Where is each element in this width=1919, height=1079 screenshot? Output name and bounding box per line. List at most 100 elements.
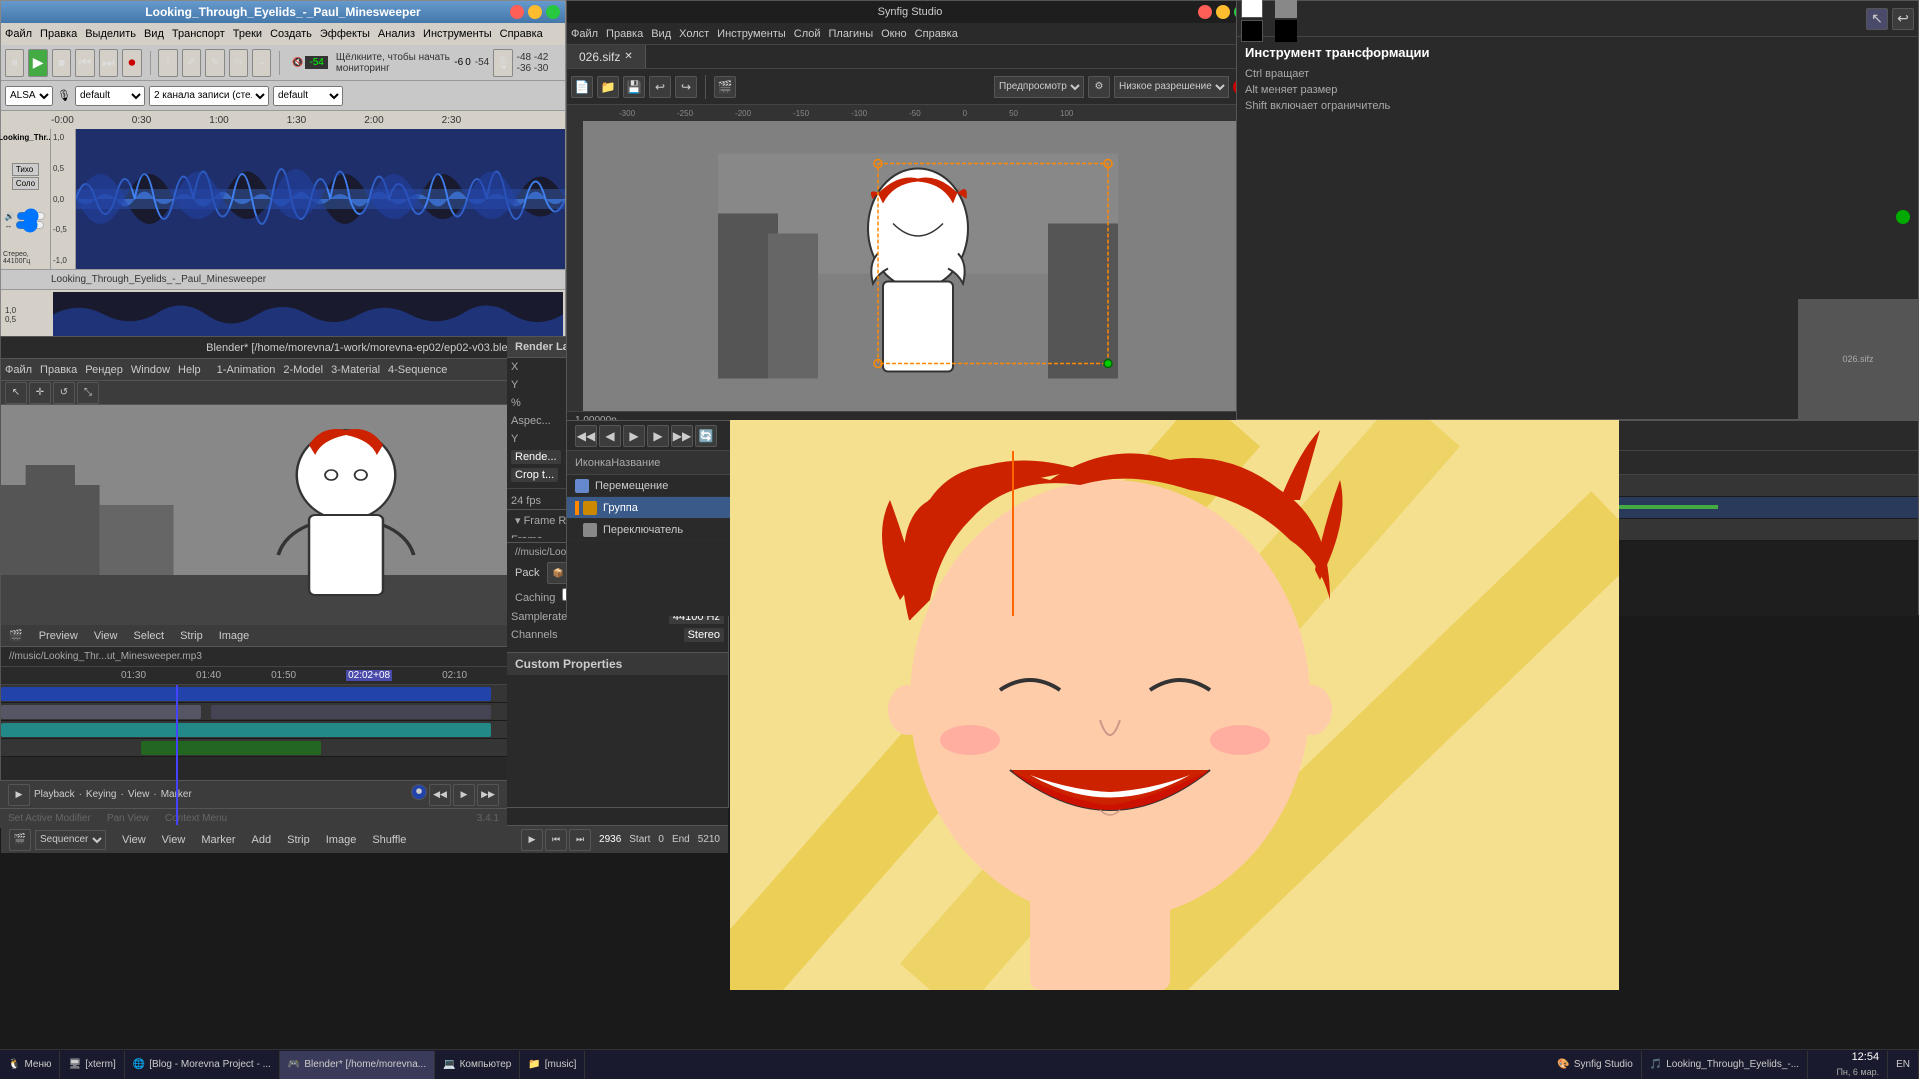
tl-step-fwd[interactable]: ▶ [647, 425, 669, 447]
playback-label[interactable]: Playback [34, 789, 75, 800]
time-shift-tool[interactable]: ↔ [252, 49, 271, 77]
bl-help[interactable]: Help [178, 364, 201, 376]
audio-clip[interactable] [1, 723, 491, 737]
footer-add[interactable]: Add [252, 834, 272, 846]
bl-sequence[interactable]: 4-Sequence [388, 364, 447, 376]
channels-select[interactable]: 2 канала записи (сте... [149, 86, 269, 106]
seq-strip[interactable]: Strip [180, 630, 203, 642]
scale-tool[interactable]: ⤡ [77, 382, 99, 404]
settings-btn[interactable]: ⚙ [1088, 76, 1110, 98]
custom-props-header[interactable]: Custom Properties [507, 652, 728, 675]
tl-play-fwd[interactable]: ▶ [623, 425, 645, 447]
menu-help[interactable]: Справка [500, 28, 543, 40]
playback-icon[interactable]: ▶ [8, 784, 30, 806]
playback-mode[interactable]: ⏺ [411, 784, 427, 800]
sf-canvas[interactable]: Холст [679, 28, 709, 40]
footer-marker[interactable]: Marker [201, 834, 235, 846]
play-btn[interactable]: ▶ [521, 829, 543, 851]
audacity-close[interactable] [510, 5, 524, 19]
pause-button[interactable]: ⏸ [5, 49, 24, 77]
sf-redo[interactable]: ↪ [675, 76, 697, 98]
menu-edit[interactable]: Правка [40, 28, 77, 40]
next-button[interactable]: ⏭ [99, 49, 118, 77]
sequencer-select[interactable]: Sequencer [35, 830, 106, 850]
layer-name-group[interactable]: Группа [603, 502, 638, 514]
tl-step-rev[interactable]: ◀ [599, 425, 621, 447]
video-clip-3[interactable] [211, 705, 491, 719]
jump-end[interactable]: ⏭ [569, 829, 591, 851]
menu-create[interactable]: Создать [270, 28, 312, 40]
tab-026[interactable]: 026.sifz ✕ [567, 45, 646, 68]
video-clip-2[interactable] [1, 705, 201, 719]
sf-edit[interactable]: Правка [606, 28, 643, 40]
taskbar-blender[interactable]: 🎮 Blender* [/home/morevna... [280, 1051, 435, 1079]
move-tool[interactable]: ✛ [29, 382, 51, 404]
footer-image[interactable]: Image [326, 834, 357, 846]
sf-help[interactable]: Справка [915, 28, 958, 40]
menu-transport[interactable]: Транспорт [172, 28, 225, 40]
layer-name-move[interactable]: Перемещение [595, 480, 668, 492]
fg-color[interactable] [1241, 0, 1263, 18]
prev-button[interactable]: ⏮ [75, 49, 94, 77]
record-button[interactable]: ⏺ [122, 49, 141, 77]
audacity-max[interactable] [546, 5, 560, 19]
layer-expand-arrow[interactable] [575, 501, 579, 515]
audacity-min[interactable] [528, 5, 542, 19]
preview-select[interactable]: Предпросмотр [994, 76, 1084, 98]
footer-strip[interactable]: Strip [287, 834, 310, 846]
smooth-tool-btn[interactable]: ↩ [1892, 8, 1914, 30]
taskbar-audio[interactable]: 🎵 Looking_Through_Eyelids_-... [1642, 1051, 1808, 1079]
taskbar-blog[interactable]: 🌐 [Blog - Morevna Project - ... [125, 1051, 280, 1079]
menu-tracks[interactable]: Треки [233, 28, 262, 40]
sf-open[interactable]: 📁 [597, 76, 619, 98]
bl-render[interactable]: Рендер [85, 364, 123, 376]
alsa-select[interactable]: ALSA [5, 86, 53, 106]
seq-image[interactable]: Image [219, 630, 250, 642]
keying-label[interactable]: Keying [86, 789, 117, 800]
meta-clip[interactable] [141, 741, 321, 755]
pack-label[interactable]: Pack [515, 567, 539, 579]
seq-select[interactable]: Select [133, 630, 164, 642]
taskbar-synfig[interactable]: 🎨 Synfig Studio [1549, 1051, 1641, 1079]
menu-analyze[interactable]: Анализ [378, 28, 415, 40]
sf-new[interactable]: 📄 [571, 76, 593, 98]
sf-layer[interactable]: Слой [794, 28, 821, 40]
tl-play-all[interactable]: ▶▶ [671, 425, 693, 447]
taskbar-music[interactable]: 📁 [music] [520, 1051, 585, 1079]
tl-loop[interactable]: 🔄 [695, 425, 717, 447]
input-select[interactable]: default [75, 86, 145, 106]
menu-tools[interactable]: Инструменты [423, 28, 492, 40]
synfig-canvas[interactable] [567, 121, 1253, 411]
menu-file[interactable]: Файл [5, 28, 32, 40]
zoom-tool[interactable]: ⍉ [229, 49, 248, 77]
bl-file[interactable]: Файл [5, 364, 32, 376]
menu-select[interactable]: Выделить [85, 28, 136, 40]
footer-shuffle[interactable]: Shuffle [372, 834, 406, 846]
seq-view[interactable]: View [94, 630, 118, 642]
output-select[interactable]: default [273, 86, 343, 106]
select-tool[interactable]: I [158, 49, 177, 77]
stop-button[interactable]: ⏹ [52, 49, 71, 77]
bl-window[interactable]: Window [131, 364, 170, 376]
bl-material[interactable]: 3-Material [331, 364, 380, 376]
envelope-tool[interactable]: ✐ [182, 49, 201, 77]
view-label2[interactable]: View [128, 789, 150, 800]
bl-model[interactable]: 2-Model [283, 364, 323, 376]
monitor-text[interactable]: Щёлкните, чтобы начать мониторинг [336, 52, 450, 74]
sf-save[interactable]: 💾 [623, 76, 645, 98]
bg-color[interactable] [1241, 20, 1263, 42]
waveform-display[interactable] [76, 129, 565, 269]
transform-tool-btn[interactable]: ↖ [1866, 8, 1888, 30]
seq-preview[interactable]: Preview [39, 630, 78, 642]
synfig-min[interactable] [1216, 5, 1230, 19]
tl-play-rev[interactable]: ◀◀ [575, 425, 597, 447]
draw-tool[interactable]: ✎ [205, 49, 224, 77]
bl-anim[interactable]: 1-Animation [217, 364, 276, 376]
play-fwd2[interactable]: ▶▶ [477, 784, 499, 806]
taskbar-keyboard[interactable]: EN [1888, 1051, 1919, 1079]
jump-start[interactable]: ⏮ [545, 829, 567, 851]
mute-btn[interactable]: Тихо [12, 163, 39, 176]
footer-view[interactable]: View [122, 834, 146, 846]
solo-btn[interactable]: Соло [12, 177, 39, 190]
tab-close[interactable]: ✕ [624, 51, 632, 62]
